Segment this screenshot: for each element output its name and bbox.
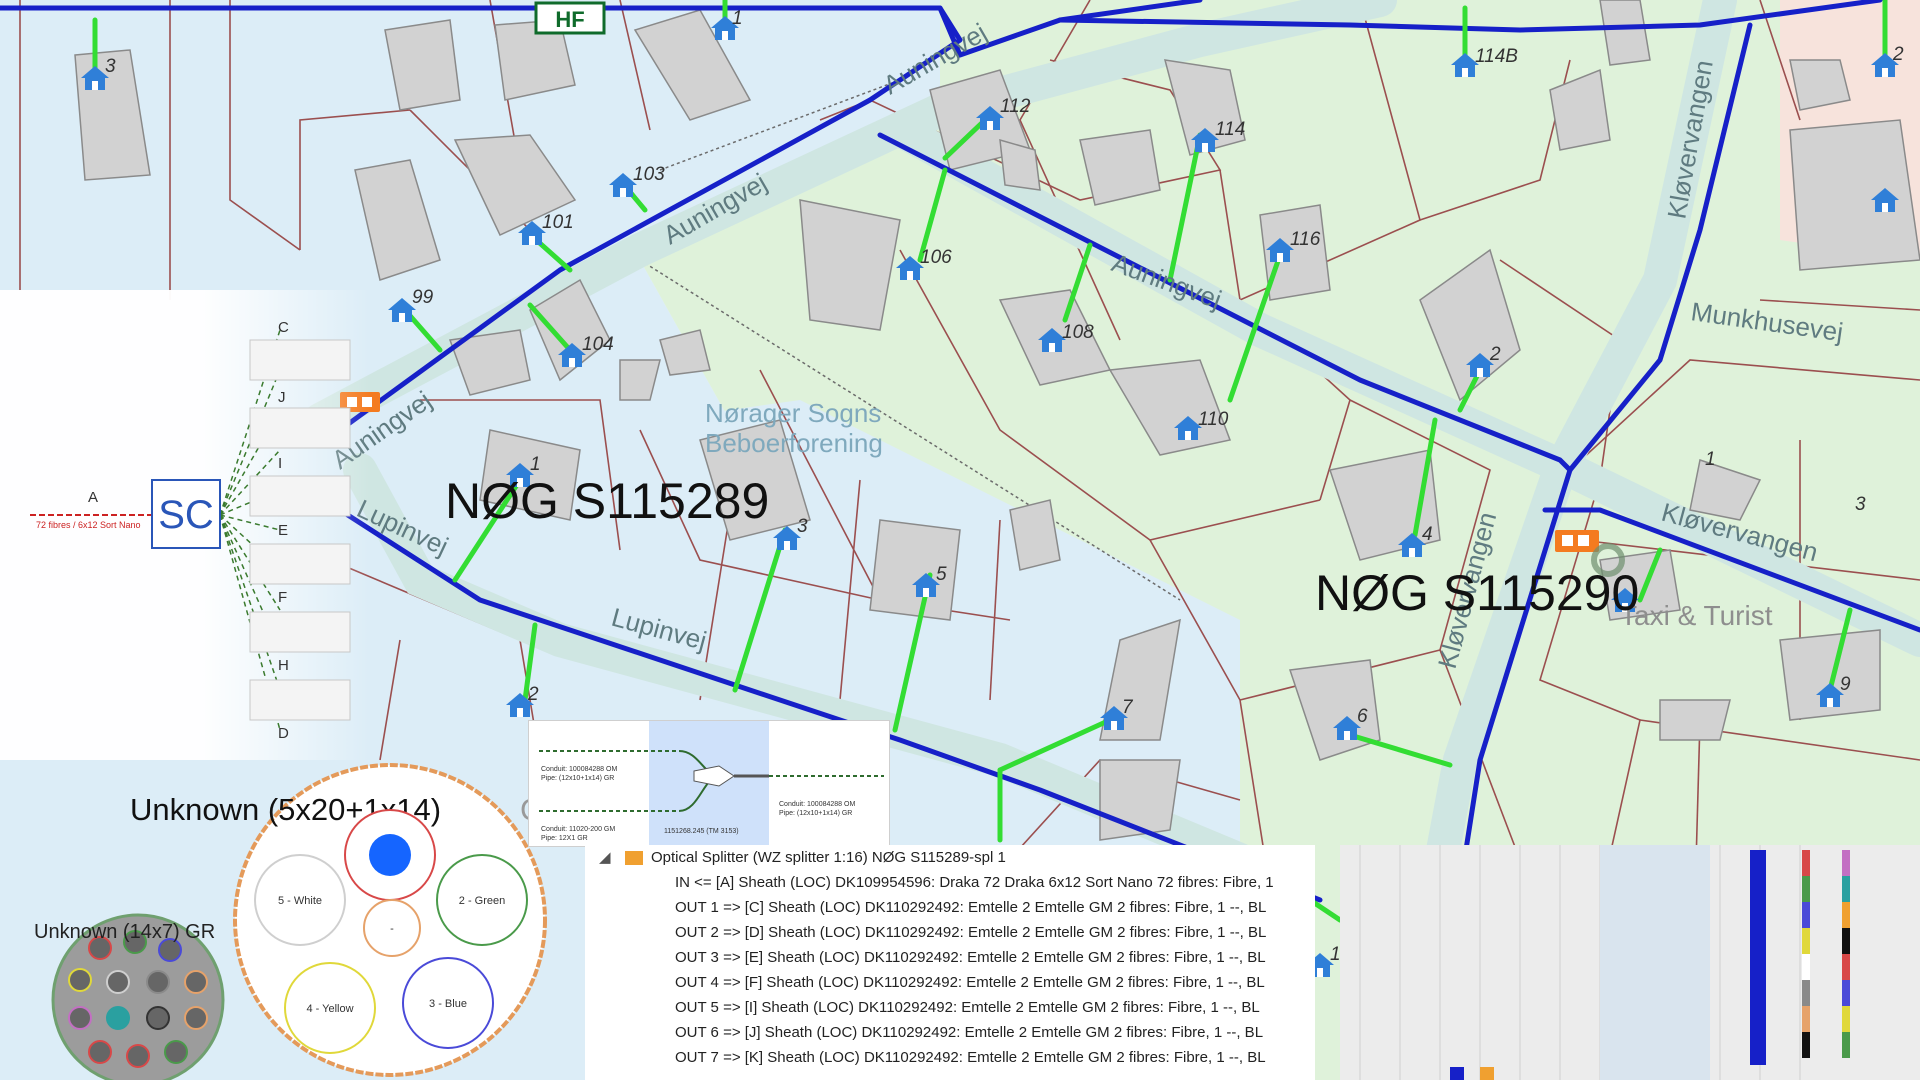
chevron-down-icon[interactable]: ◢: [599, 845, 611, 870]
folder-icon: [625, 851, 643, 865]
splitter-diagram-svg: Conduit: 100084288 OM Pipe: (12x10+1x14)…: [539, 721, 884, 846]
house-number: 9: [1840, 674, 1851, 695]
port-boxes: [249, 339, 351, 721]
house-number: 101: [542, 212, 574, 233]
house-number: 110: [1198, 409, 1229, 430]
tube-label: -: [390, 923, 394, 935]
port-label: F: [278, 589, 287, 606]
hf-node-label: HF: [555, 7, 584, 32]
cabinet-icon[interactable]: [1555, 530, 1599, 552]
port-label-a: A: [88, 489, 98, 506]
area-label: Beboerforening: [705, 428, 883, 458]
splitter-tree-list: ◢ Optical Splitter (WZ splitter 1:16) NØ…: [585, 845, 1315, 1080]
house-number: 1: [530, 454, 541, 475]
splitter-text: 1151268.245 (TM 3153): [664, 828, 739, 835]
tree-row-label: OUT 3 => [E] Sheath (LOC) DK110292492: E…: [675, 949, 1266, 966]
tree-root-label: Optical Splitter (WZ splitter 1:16) NØG …: [651, 849, 1006, 866]
splitter-text: Conduit: 11020-200 GM: [541, 826, 615, 833]
splitter-text: Conduit: 100084288 OM: [779, 801, 855, 808]
splitter-text: Pipe: 12X1 GR: [541, 835, 588, 842]
tube-label: 5 - White: [278, 895, 322, 907]
splitter-text: Pipe: (12x10+1x14) GR: [779, 810, 852, 817]
tube-label: 4 - Yellow: [306, 1003, 353, 1015]
port-label: D: [278, 725, 289, 742]
port-label: C: [278, 319, 289, 336]
port-label: H: [278, 657, 289, 674]
port-labels: C J I E F H D: [278, 319, 289, 742]
tree-row-label: IN <= [A] Sheath (LOC) DK109954596: Drak…: [675, 874, 1274, 891]
tree-row-label: OUT 6 => [J] Sheath (LOC) DK110292492: E…: [675, 1024, 1264, 1041]
house-number: 2: [1892, 44, 1904, 65]
house-number: 103: [633, 164, 665, 185]
fibre-grid: [1340, 845, 1920, 1080]
house-number: 3: [1855, 494, 1866, 515]
house-number: 3: [105, 56, 116, 77]
cable-sub-title: Unknown (14x7) GR: [34, 921, 215, 943]
sheath-lines: [219, 329, 281, 731]
house-number: 116: [1290, 229, 1321, 250]
tree-row-label: OUT 2 => [D] Sheath (LOC) DK110292492: E…: [675, 924, 1267, 941]
splitter-diagram: Conduit: 100084288 OM Pipe: (12x10+1x14)…: [528, 720, 890, 847]
cable-cross-section-diagram: Unknown (5x20+1x14) C 2 - Green 3 - Blue…: [34, 763, 547, 1080]
house-number: 99: [412, 287, 434, 308]
tree-row[interactable]: OUT 4 => [F] Sheath (LOC) DK110292492: E…: [585, 970, 1315, 995]
tube-red-fibre: [369, 834, 411, 876]
house-number: 114: [1215, 119, 1245, 140]
splice-closure-diagram: 72 fibres / 6x12 Sort Nano A SC C J I E …: [30, 319, 351, 742]
area-label: Taxi & Turist: [1620, 600, 1773, 631]
sc-label: SC: [158, 493, 214, 537]
tree-row-label: OUT 4 => [F] Sheath (LOC) DK110292492: E…: [675, 974, 1265, 991]
house-number: 7: [1122, 697, 1134, 718]
house-number: 5: [936, 564, 947, 585]
tree-row-label: OUT 5 => [I] Sheath (LOC) DK110292492: E…: [675, 999, 1260, 1016]
fibre-grid-panel: [1340, 845, 1920, 1080]
tree-row[interactable]: OUT 2 => [D] Sheath (LOC) DK110292492: E…: [585, 920, 1315, 945]
splice-closure-panel: 72 fibres / 6x12 Sort Nano A SC C J I E …: [0, 290, 370, 760]
tree-row[interactable]: OUT 1 => [C] Sheath (LOC) DK110292492: E…: [585, 895, 1315, 920]
house-number: 1: [732, 8, 743, 29]
input-sheath-text: 72 fibres / 6x12 Sort Nano: [36, 520, 141, 530]
house-number: 104: [582, 334, 614, 355]
house-number: 4: [1422, 524, 1433, 545]
tree-row[interactable]: OUT 3 => [E] Sheath (LOC) DK110292492: E…: [585, 945, 1315, 970]
house-number: 106: [920, 247, 952, 268]
tube-label: 3 - Blue: [429, 998, 467, 1010]
house-number: 2: [527, 684, 539, 705]
house-number: 1: [1705, 449, 1716, 470]
splitter-text: Conduit: 100084288 OM: [541, 766, 617, 773]
house-number: 112: [1000, 96, 1031, 117]
zone-label-right: NØG S115290: [1315, 565, 1639, 621]
port-label: I: [278, 455, 282, 472]
area-label: Nørager Sogns: [705, 398, 881, 428]
port-label: E: [278, 522, 288, 539]
tree-row-label: OUT 7 => [K] Sheath (LOC) DK110292492: E…: [675, 1049, 1266, 1066]
house-number: 108: [1062, 322, 1094, 343]
cable-cross-section: Unknown (5x20+1x14) C 2 - Green 3 - Blue…: [0, 760, 570, 1080]
house-number: 114B: [1475, 46, 1518, 67]
zone-label-left: NØG S115289: [445, 473, 769, 529]
tree-row[interactable]: IN <= [A] Sheath (LOC) DK109954596: Drak…: [585, 870, 1315, 895]
tree-row-label: OUT 1 => [C] Sheath (LOC) DK110292492: E…: [675, 899, 1267, 916]
tube-label: 2 - Green: [459, 895, 505, 907]
grid-selected-column[interactable]: [1750, 850, 1766, 1065]
splitter-text: Pipe: (12x10+1x14) GR: [541, 775, 614, 782]
tree-row[interactable]: OUT 6 => [J] Sheath (LOC) DK110292492: E…: [585, 1020, 1315, 1045]
tree-row[interactable]: OUT 7 => [K] Sheath (LOC) DK110292492: E…: [585, 1045, 1315, 1070]
grid-column-highlight: [1600, 845, 1710, 1080]
port-label: J: [278, 389, 286, 406]
map-viewer: { "map": { "streets": ["Auningvej", "Aun…: [0, 0, 1920, 1080]
house-number: 6: [1357, 706, 1368, 727]
tree-row[interactable]: OUT 5 => [I] Sheath (LOC) DK110292492: E…: [585, 995, 1315, 1020]
house-number: 2: [1489, 344, 1501, 365]
house-number: 3: [797, 516, 808, 537]
